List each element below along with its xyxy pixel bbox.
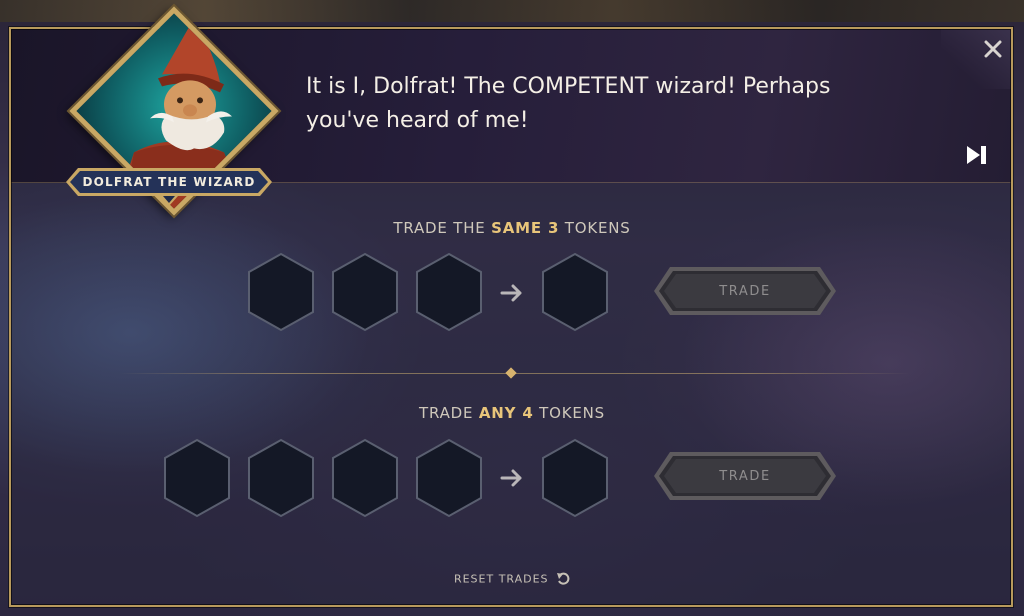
close-icon bbox=[984, 40, 1002, 58]
skip-forward-icon bbox=[967, 146, 986, 164]
speaker-nameplate: DOLFRAT THE WIZARD bbox=[64, 166, 274, 206]
result-token-slot bbox=[542, 252, 608, 332]
token-slot[interactable] bbox=[414, 438, 484, 518]
trade-any-title: TRADE ANY 4 TOKENS bbox=[419, 404, 605, 422]
token-slot[interactable] bbox=[330, 438, 400, 518]
close-button[interactable] bbox=[980, 36, 1006, 62]
undo-icon bbox=[557, 572, 570, 585]
trade-same-title: TRADE THE SAME 3 TOKENS bbox=[393, 219, 631, 237]
token-slot[interactable] bbox=[330, 252, 400, 332]
token-slot[interactable] bbox=[162, 438, 232, 518]
trade-same-button[interactable]: TRADE bbox=[652, 265, 838, 317]
arrow-right-icon bbox=[500, 284, 522, 302]
token-slot[interactable] bbox=[414, 252, 484, 332]
speaker-name: DOLFRAT THE WIZARD bbox=[82, 175, 256, 189]
result-token-slot bbox=[542, 438, 608, 518]
dialogue-text: It is I, Dolfrat! The COMPETENT wizard! … bbox=[306, 74, 831, 133]
token-slot[interactable] bbox=[246, 438, 316, 518]
token-slot[interactable] bbox=[246, 252, 316, 332]
trade-any-button[interactable]: TRADE bbox=[652, 450, 838, 502]
arrow-right-icon bbox=[500, 469, 522, 487]
skip-button[interactable] bbox=[964, 143, 990, 167]
reset-trades-button[interactable]: RESET TRADES bbox=[0, 572, 1024, 586]
